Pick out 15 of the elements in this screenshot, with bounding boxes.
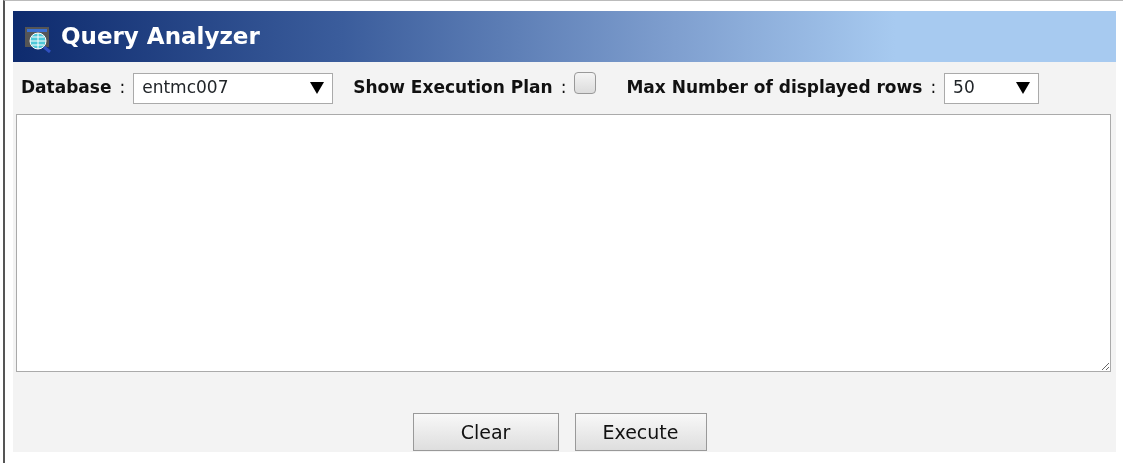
- execution-plan-checkbox[interactable]: [574, 72, 597, 94]
- panel-title: Query Analyzer: [61, 22, 260, 52]
- query-input-field[interactable]: [16, 114, 1111, 372]
- caret-icon: [310, 82, 325, 94]
- caret-icon: [1016, 82, 1031, 94]
- separator: :: [930, 76, 937, 100]
- separator: :: [560, 76, 567, 100]
- separator: :: [119, 76, 126, 100]
- execution-plan-label: Show Execution Plan: [353, 76, 553, 100]
- database-dropdown[interactable]: entmc007: [133, 72, 334, 104]
- clear-button[interactable]: Clear: [412, 413, 559, 451]
- max-rows-dropdown[interactable]: 50: [944, 72, 1040, 104]
- execute-button[interactable]: Execute: [574, 413, 707, 451]
- database-label: Database: [21, 76, 112, 100]
- max-rows-label: Max Number of displayed rows: [626, 76, 923, 100]
